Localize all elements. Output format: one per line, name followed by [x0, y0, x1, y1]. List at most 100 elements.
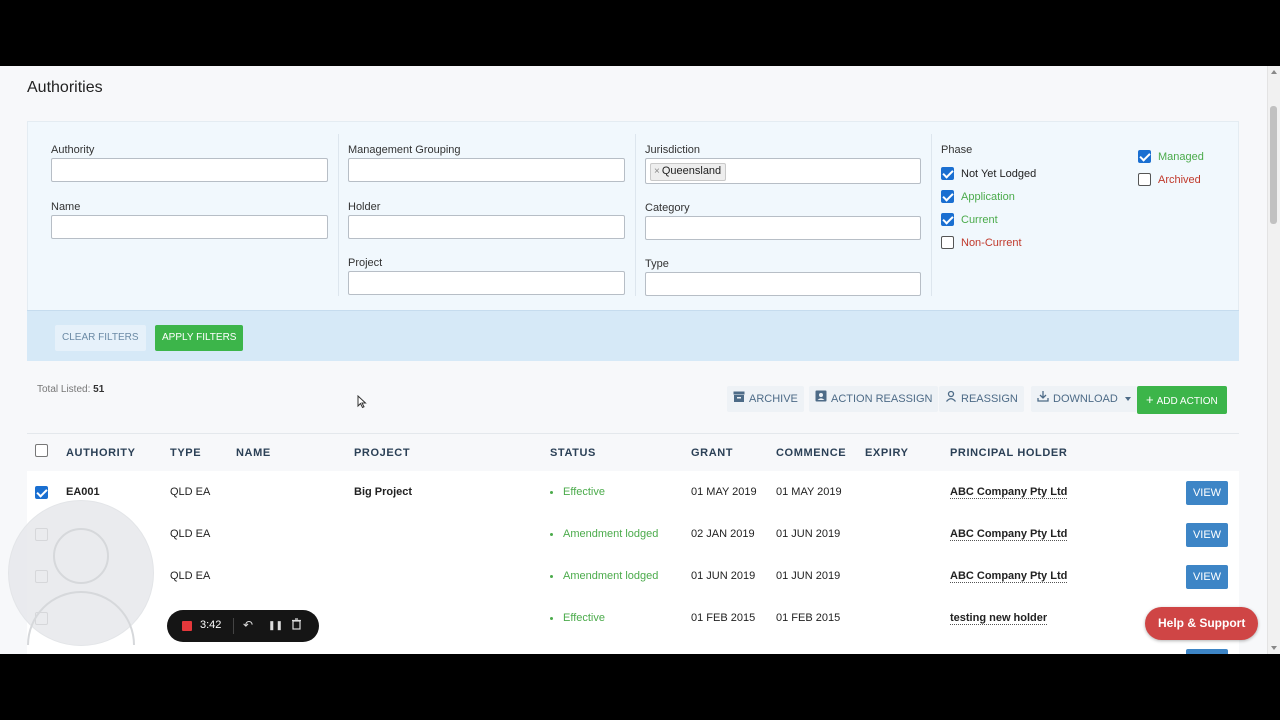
- cell-holder[interactable]: ABC Company Pty Ltd: [950, 486, 1068, 499]
- archive-button[interactable]: ARCHIVE: [727, 386, 804, 412]
- jurisdiction-tag: × Queensland: [650, 163, 727, 181]
- archive-icon: [733, 386, 745, 412]
- status-text: Amendment lodged: [563, 570, 659, 582]
- column-header[interactable]: EXPIRY: [865, 447, 909, 459]
- cell-grant: 01 MAY 2019: [691, 486, 757, 498]
- divider: [233, 618, 234, 634]
- column-header[interactable]: AUTHORITY: [66, 447, 136, 459]
- jurisdiction-select[interactable]: × Queensland: [645, 158, 921, 184]
- add-action-button[interactable]: + ADD ACTION: [1137, 386, 1227, 414]
- cell-authority: EA001: [66, 486, 100, 498]
- cell-status: Amendment lodged: [550, 528, 658, 540]
- status-dot-icon: [550, 490, 553, 494]
- cell-holder[interactable]: ABC Company Pty Ltd: [950, 570, 1068, 583]
- page-title: Authorities: [27, 79, 103, 96]
- reassign-label: REASSIGN: [961, 393, 1018, 405]
- scroll-down-icon[interactable]: [1271, 646, 1277, 650]
- cell-commence: 01 JUN 2019: [776, 570, 841, 582]
- type-label: Type: [645, 258, 669, 270]
- phase-option-label: Current: [961, 214, 998, 226]
- project-input[interactable]: [348, 271, 625, 295]
- column-header[interactable]: GRANT: [691, 447, 733, 459]
- column-header[interactable]: STATUS: [550, 447, 596, 459]
- avatar-head-icon: [53, 528, 109, 584]
- table-row[interactable]: EA001 QLD EA Big Project Effective 01 MAY 20…: [27, 471, 1239, 514]
- column-header[interactable]: TYPE: [170, 447, 201, 459]
- phase-checkbox[interactable]: [941, 190, 954, 203]
- status-text: Effective: [563, 612, 605, 624]
- vertical-scrollbar[interactable]: [1267, 66, 1280, 654]
- scrollbar-thumb[interactable]: [1270, 106, 1277, 224]
- mouse-cursor-icon: [357, 395, 367, 409]
- stop-recording-icon[interactable]: [182, 621, 192, 631]
- cell-type: QLD EA: [170, 570, 211, 582]
- phase-option-label: Non-Current: [961, 237, 1022, 249]
- select-all-checkbox[interactable]: [35, 444, 48, 457]
- cell-status: Effective: [550, 486, 605, 498]
- managed-checkbox[interactable]: [1138, 150, 1151, 163]
- view-button[interactable]: VIEW: [1186, 649, 1228, 654]
- management-grouping-input[interactable]: [348, 158, 625, 182]
- avatar-shoulders-icon: [27, 591, 135, 645]
- table-row[interactable]: QLD EA Amendment lodged 02 JAN 2019 01 JUN …: [27, 513, 1239, 556]
- category-label: Category: [645, 202, 690, 214]
- column-header[interactable]: COMMENCE: [776, 447, 846, 459]
- cell-type: QLD EA: [170, 486, 211, 498]
- archive-label: ARCHIVE: [749, 393, 798, 405]
- webcam-avatar-placeholder: [8, 500, 154, 646]
- cell-type: QLD EA: [170, 528, 211, 540]
- managed-label: Managed: [1158, 151, 1204, 163]
- view-button[interactable]: VIEW: [1186, 523, 1228, 547]
- cell-status: Amendment lodged: [550, 570, 658, 582]
- recording-time: 3:42: [200, 619, 222, 631]
- view-button[interactable]: VIEW: [1186, 481, 1228, 505]
- undo-icon[interactable]: ↶: [243, 618, 253, 632]
- plus-icon: +: [1146, 392, 1154, 407]
- archived-checkbox[interactable]: [1138, 173, 1151, 186]
- column-divider: [931, 134, 932, 296]
- add-action-label: ADD ACTION: [1156, 396, 1218, 407]
- phase-option-label: Not Yet Lodged: [961, 168, 1037, 180]
- column-header[interactable]: NAME: [236, 447, 271, 459]
- authority-input[interactable]: [51, 158, 328, 182]
- row-checkbox[interactable]: [35, 486, 48, 499]
- table-row[interactable]: QLD EA Amendment lodged 01 JUN 2019 01 JUN …: [27, 555, 1239, 598]
- management-grouping-label: Management Grouping: [348, 144, 461, 156]
- status-dot-icon: [550, 532, 553, 536]
- cell-holder[interactable]: testing new holder: [950, 612, 1048, 625]
- phase-checkbox[interactable]: [941, 213, 954, 226]
- phase-checkbox[interactable]: [941, 167, 954, 180]
- table-header: AUTHORITY TYPE NAME PROJECT STATUS GRANT COMME…: [27, 433, 1239, 473]
- scroll-up-icon[interactable]: [1271, 70, 1277, 74]
- column-divider: [338, 134, 339, 296]
- name-input[interactable]: [51, 215, 328, 239]
- action-reassign-button[interactable]: ACTION REASSIGN: [809, 386, 939, 412]
- column-divider: [635, 134, 636, 296]
- download-dropdown[interactable]: DOWNLOAD: [1031, 386, 1137, 412]
- screen-recorder-bar: 3:42 ↶ ❚❚: [167, 610, 319, 642]
- reassign-button[interactable]: REASSIGN: [939, 386, 1024, 412]
- cell-grant: 01 JUN 2019: [691, 570, 756, 582]
- cell-commence: 01 MAY 2019: [776, 486, 842, 498]
- jurisdiction-tag-label: Queensland: [661, 165, 722, 177]
- help-support-button[interactable]: Help & Support: [1145, 607, 1259, 640]
- holder-input[interactable]: [348, 215, 625, 239]
- view-button[interactable]: VIEW: [1186, 565, 1228, 589]
- download-icon: [1037, 386, 1049, 412]
- delete-icon[interactable]: [291, 618, 302, 633]
- project-label: Project: [348, 257, 383, 269]
- pause-icon[interactable]: ❚❚: [268, 620, 283, 631]
- type-select[interactable]: [645, 272, 921, 296]
- name-label: Name: [51, 201, 81, 213]
- column-header[interactable]: PRINCIPAL HOLDER: [950, 447, 1067, 459]
- phase-checkbox[interactable]: [941, 236, 954, 249]
- apply-filters-button[interactable]: APPLY FILTERS: [155, 325, 244, 351]
- tag-remove-icon[interactable]: ×: [654, 166, 660, 177]
- action-reassign-label: ACTION REASSIGN: [831, 393, 933, 405]
- app-viewport: Authorities Authority Name Management Gr…: [0, 66, 1280, 654]
- caret-down-icon: [1124, 397, 1131, 402]
- category-select[interactable]: [645, 216, 921, 240]
- column-header[interactable]: PROJECT: [354, 447, 410, 459]
- clear-filters-button[interactable]: CLEAR FILTERS: [55, 325, 146, 351]
- cell-holder[interactable]: ABC Company Pty Ltd: [950, 528, 1068, 541]
